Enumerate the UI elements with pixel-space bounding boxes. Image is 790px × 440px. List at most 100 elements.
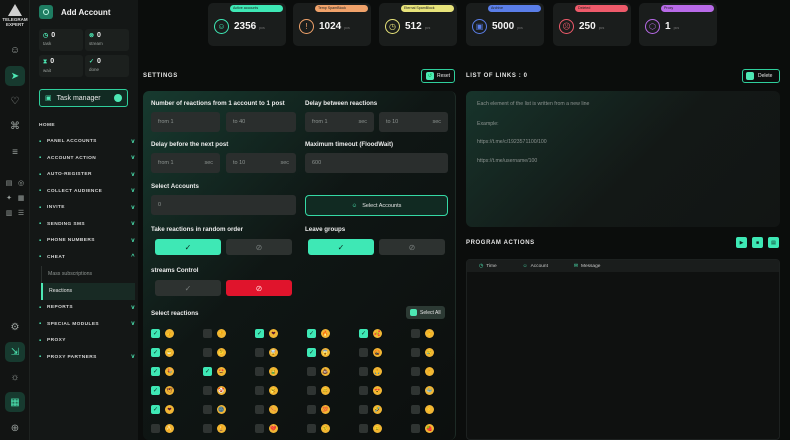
reaction-option[interactable]: 💯: [307, 405, 330, 414]
delay-post-from-input[interactable]: from 1 sec: [151, 153, 220, 173]
reaction-checkbox[interactable]: ✓: [203, 367, 212, 376]
reaction-option[interactable]: 🏆: [203, 424, 226, 433]
reaction-checkbox[interactable]: [255, 367, 264, 376]
reaction-option[interactable]: 🤡: [203, 386, 226, 395]
globe-icon[interactable]: ◎: [14, 176, 28, 190]
reaction-checkbox[interactable]: [411, 329, 420, 338]
menu-reports[interactable]: ▪ REPORTS v: [39, 300, 135, 317]
reaction-checkbox[interactable]: [411, 367, 420, 376]
reaction-option[interactable]: ✓ 🥰: [359, 329, 382, 338]
reaction-checkbox[interactable]: [255, 405, 264, 414]
reaction-option[interactable]: 🍌: [151, 424, 174, 433]
random-order-on-toggle[interactable]: ✓: [155, 239, 221, 255]
reaction-checkbox[interactable]: ✓: [151, 367, 160, 376]
reaction-option[interactable]: 👌: [411, 367, 434, 376]
reaction-checkbox[interactable]: [203, 386, 212, 395]
calendar-icon[interactable]: ▦: [14, 191, 28, 205]
reaction-option[interactable]: ✓ 😁: [151, 348, 174, 357]
reaction-checkbox[interactable]: ✓: [151, 348, 160, 357]
reaction-option[interactable]: 🍓: [411, 424, 434, 433]
reaction-checkbox[interactable]: ✓: [307, 348, 316, 357]
reaction-option[interactable]: ✓ ❤: [255, 329, 278, 338]
menu-phone-numbers[interactable]: ▪ PHONE NUMBERS v: [39, 233, 135, 250]
reaction-option[interactable]: 🤨: [307, 424, 330, 433]
reaction-checkbox[interactable]: [411, 348, 420, 357]
export-icon[interactable]: ⇲: [5, 342, 25, 362]
reset-button[interactable]: ↺ Reset: [421, 69, 456, 83]
reaction-option[interactable]: 🙏: [359, 367, 382, 376]
reaction-checkbox[interactable]: ✓: [359, 329, 368, 338]
reaction-option[interactable]: ✓ 🎉: [151, 367, 174, 376]
menu-cheat[interactable]: ▪ CHEAT ^: [39, 249, 135, 266]
random-order-off-toggle[interactable]: ⊘: [226, 239, 292, 255]
reaction-option[interactable]: 😐: [359, 424, 382, 433]
reaction-checkbox[interactable]: [307, 405, 316, 414]
menu-home[interactable]: HOME: [39, 117, 135, 134]
reaction-option[interactable]: ✓ ❤: [151, 405, 174, 414]
menu-auto-register[interactable]: ▪ AUTO-REGISTER v: [39, 167, 135, 184]
reaction-checkbox[interactable]: [359, 405, 368, 414]
delay-post-to-input[interactable]: to 10 sec: [226, 153, 296, 173]
menu-account-action[interactable]: ▪ ACCOUNT ACTION v: [39, 150, 135, 167]
delete-button[interactable]: Delete: [742, 69, 780, 83]
links-textarea[interactable]: Each element of the list is written from…: [466, 91, 780, 227]
reaction-checkbox[interactable]: ✓: [151, 405, 160, 414]
menu-special-modules[interactable]: ▪ SPECIAL MODULES v: [39, 316, 135, 333]
reaction-option[interactable]: ✓ 👍: [151, 329, 174, 338]
menu-collect-audience[interactable]: ▪ COLLECT AUDIENCE v: [39, 183, 135, 200]
reaction-checkbox[interactable]: [359, 424, 368, 433]
reaction-option[interactable]: 🌭: [255, 405, 278, 414]
menu-invite[interactable]: ▪ INVITE v: [39, 200, 135, 217]
reaction-option[interactable]: 🌚: [203, 405, 226, 414]
play-button[interactable]: ▶: [736, 237, 747, 248]
menu-proxy[interactable]: ▪ PROXY: [39, 333, 135, 350]
grid-icon[interactable]: ▦: [5, 392, 25, 412]
reaction-checkbox[interactable]: [255, 424, 264, 433]
reaction-option[interactable]: 🤔: [203, 348, 226, 357]
stop-button[interactable]: ■: [752, 237, 763, 248]
delay-reactions-to-input[interactable]: to 10 sec: [379, 112, 448, 132]
reaction-checkbox[interactable]: ✓: [255, 329, 264, 338]
reaction-checkbox[interactable]: [151, 424, 160, 433]
reaction-checkbox[interactable]: [411, 424, 420, 433]
reaction-checkbox[interactable]: [203, 329, 212, 338]
reaction-option[interactable]: ✓ 🔥: [307, 329, 330, 338]
reaction-checkbox[interactable]: [255, 386, 264, 395]
reaction-option[interactable]: 😢: [411, 348, 434, 357]
reaction-checkbox[interactable]: [307, 367, 316, 376]
reaction-option[interactable]: 🤣: [359, 405, 382, 414]
reactions-from-input[interactable]: from 1: [151, 112, 220, 132]
select-accounts-button[interactable]: ☺ Select Accounts: [305, 195, 448, 216]
delay-reactions-from-input[interactable]: from 1 sec: [305, 112, 374, 132]
sun-icon[interactable]: ☼: [5, 367, 25, 387]
reaction-option[interactable]: 🤮: [255, 367, 278, 376]
list-icon[interactable]: ☰: [14, 206, 28, 220]
reaction-option[interactable]: ✓ 😱: [307, 348, 330, 357]
reactions-to-input[interactable]: to 40: [226, 112, 296, 132]
reaction-option[interactable]: 👏: [411, 329, 434, 338]
menu-proxy-partners[interactable]: ▪ PROXY PARTNERS v: [39, 349, 135, 366]
reaction-option[interactable]: ✓ 🕊: [151, 386, 174, 395]
command-icon[interactable]: ⌘: [5, 116, 25, 136]
clear-button[interactable]: ▤: [768, 237, 779, 248]
reaction-option[interactable]: ✓ 🤩: [203, 367, 226, 376]
reaction-checkbox[interactable]: [203, 348, 212, 357]
select-all-button[interactable]: Select All: [406, 306, 445, 319]
reaction-checkbox[interactable]: [359, 367, 368, 376]
reaction-option[interactable]: 💩: [307, 367, 330, 376]
reaction-checkbox[interactable]: [203, 405, 212, 414]
reaction-checkbox[interactable]: [203, 424, 212, 433]
streams-off-toggle[interactable]: ⊘: [226, 280, 292, 296]
reaction-option[interactable]: 🤯: [255, 348, 278, 357]
submenu-reactions[interactable]: Reactions: [41, 282, 135, 300]
reaction-checkbox[interactable]: ✓: [307, 329, 316, 338]
select-accounts-input[interactable]: 0: [151, 195, 296, 215]
reaction-checkbox[interactable]: [411, 405, 420, 414]
leave-groups-on-toggle[interactable]: ✓: [308, 239, 374, 255]
reaction-checkbox[interactable]: [411, 386, 420, 395]
max-timeout-input[interactable]: 600: [305, 153, 448, 173]
reaction-option[interactable]: ⚡: [411, 405, 434, 414]
streams-on-toggle[interactable]: ✓: [155, 280, 221, 296]
reaction-checkbox[interactable]: [307, 424, 316, 433]
menu-sending-sms[interactable]: ▪ SENDING SMS v: [39, 216, 135, 233]
